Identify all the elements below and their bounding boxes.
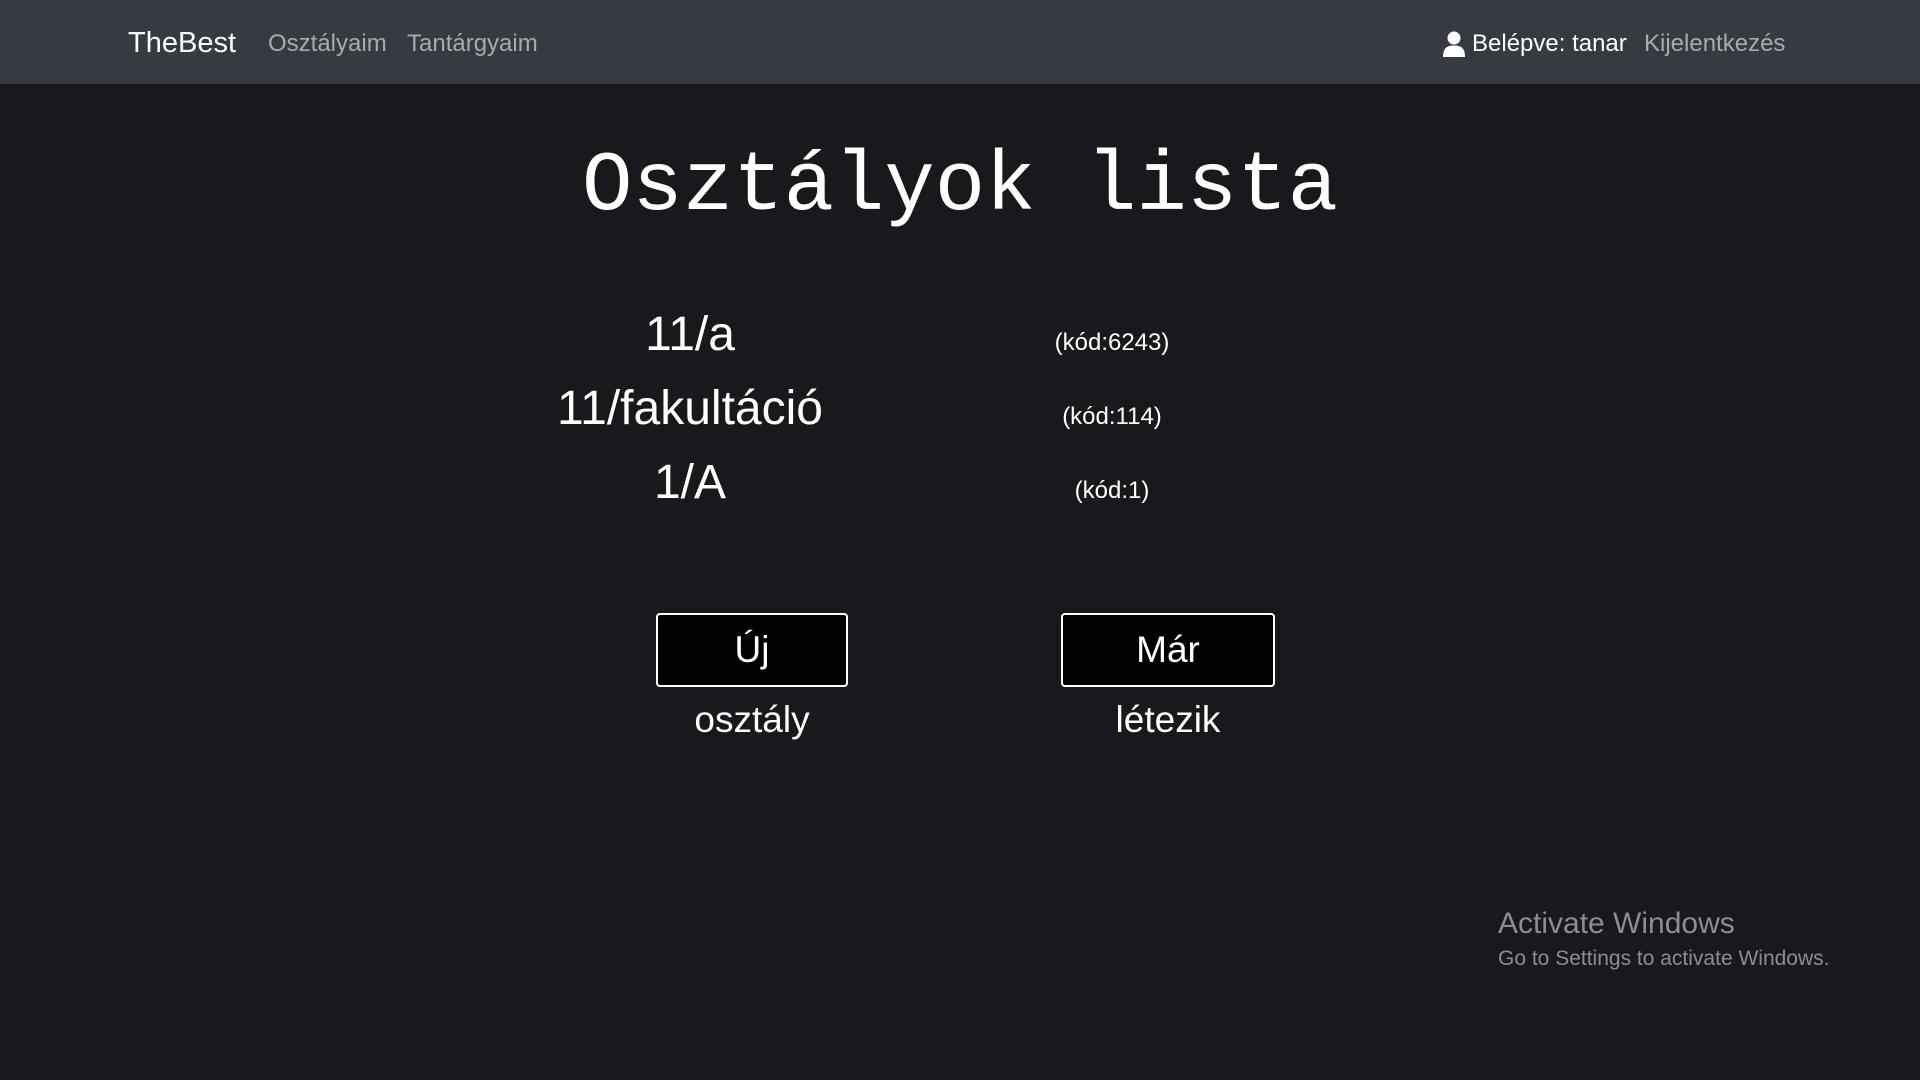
class-code: (kód:114) [1062, 403, 1162, 430]
class-code: (kód:1) [1074, 477, 1150, 504]
class-name[interactable]: 11/fakultáció [490, 374, 890, 444]
class-name[interactable]: 1/A [490, 448, 890, 518]
user-icon [1443, 31, 1465, 57]
watermark-subtitle: Go to Settings to activate Windows. [1498, 947, 1830, 970]
brand-link[interactable]: TheBest [128, 24, 236, 62]
new-class-button[interactable]: Új osztály [656, 613, 848, 740]
nav-link-classes[interactable]: Osztályaim [268, 28, 387, 60]
nav-link-subjects[interactable]: Tantárgyaim [407, 28, 538, 60]
windows-activation-watermark: Activate Windows Go to Settings to activ… [1498, 904, 1830, 974]
class-row[interactable]: 11/a (kód:6243) [0, 300, 1920, 374]
existing-class-button[interactable]: Már létezik [1061, 613, 1275, 740]
watermark-title: Activate Windows [1498, 907, 1735, 940]
top-navbar: TheBest Osztályaim Tantárgyaim Belépve: … [0, 0, 1920, 84]
class-row[interactable]: 11/fakultáció (kód:114) [0, 374, 1920, 448]
logged-in-user: Belépve: tanar [1443, 28, 1627, 60]
class-row[interactable]: 1/A (kód:1) [0, 448, 1920, 522]
class-name[interactable]: 11/a [490, 300, 890, 370]
user-status-label: Belépve: tanar [1472, 30, 1627, 57]
class-code: (kód:6243) [1054, 329, 1170, 356]
logout-link[interactable]: Kijelentkezés [1644, 28, 1785, 60]
page-title: Osztályok lista [581, 140, 1339, 235]
